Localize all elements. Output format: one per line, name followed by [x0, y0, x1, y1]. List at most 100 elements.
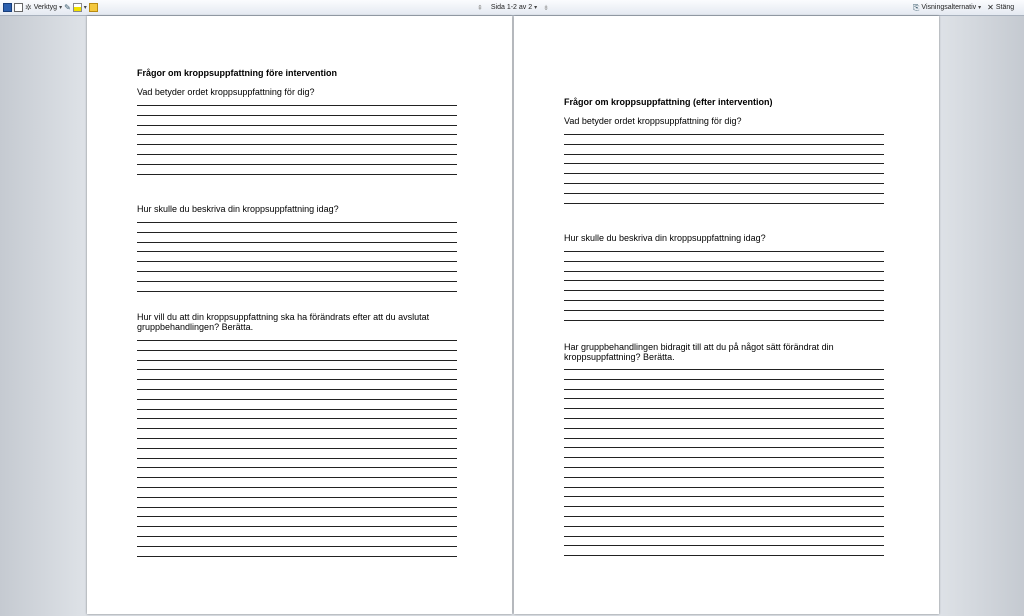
- previous-page-icon[interactable]: ⇞: [477, 4, 483, 12]
- answer-line: [564, 447, 884, 449]
- answer-line: [564, 300, 884, 301]
- answer-line: [564, 270, 884, 272]
- answer-line: [564, 251, 884, 252]
- view-options-icon[interactable]: ⎘: [913, 3, 919, 13]
- answer-line: [564, 260, 884, 262]
- answer-line: [564, 388, 884, 390]
- answer-line: [137, 114, 457, 116]
- page-2[interactable]: Frågor om kroppsuppfattning (efter inter…: [514, 16, 939, 614]
- answer-line: [564, 535, 884, 537]
- answer-line: [564, 378, 884, 380]
- answer-line: [137, 379, 457, 381]
- toolbar-right-group: ⎘ Visningsalternativ ▾ ✕ Stäng: [913, 0, 1014, 15]
- tools-menu-label[interactable]: Verktyg: [34, 4, 57, 11]
- answer-line: [137, 545, 457, 547]
- answer-line: [137, 154, 457, 155]
- answer-line: [137, 261, 457, 263]
- answer-line: [137, 467, 457, 469]
- answer-line: [564, 319, 884, 321]
- answer-line: [137, 477, 457, 479]
- track-changes-icon[interactable]: ✎: [64, 3, 71, 12]
- answer-line: [137, 506, 457, 508]
- answer-line: [564, 427, 884, 429]
- answer-line: [564, 506, 884, 508]
- page-indicator[interactable]: Sida 1-2 av 2: [491, 4, 532, 11]
- answer-line: [564, 496, 884, 498]
- answer-line: [137, 369, 457, 371]
- page-indicator-dropdown-icon[interactable]: ▾: [534, 4, 537, 11]
- answer-line: [564, 202, 884, 204]
- highlight-dropdown-icon[interactable]: ▾: [84, 4, 87, 11]
- answer-line: [137, 428, 457, 430]
- toolbar-left-group: ✲ Verktyg ▾ ✎ ▾: [3, 0, 98, 15]
- save-icon[interactable]: [3, 3, 12, 12]
- view-options-dropdown-icon[interactable]: ▾: [978, 4, 981, 11]
- question-1: Vad betyder ordet kroppsuppfattning för …: [137, 87, 315, 97]
- answer-line: [137, 555, 457, 557]
- question-3: Har gruppbehandlingen bidragit till att …: [564, 342, 834, 362]
- answer-line: [137, 516, 457, 518]
- reading-toolbar: ✲ Verktyg ▾ ✎ ▾ ⇞ Sida 1-2 av 2 ▾ ⇟ ⎘ Vi…: [0, 0, 1024, 16]
- answer-line: [564, 525, 884, 527]
- answer-line: [564, 173, 884, 175]
- document-workspace[interactable]: Frågor om kroppsuppfattning före interve…: [0, 16, 1024, 616]
- answer-line: [137, 231, 457, 233]
- answer-line: [137, 418, 457, 420]
- answer-line: [564, 369, 884, 370]
- answer-line: [564, 309, 884, 311]
- answer-line: [137, 340, 457, 341]
- answer-line: [137, 457, 457, 459]
- answer-line: [137, 241, 457, 243]
- close-button[interactable]: Stäng: [996, 4, 1014, 11]
- next-page-icon[interactable]: ⇟: [543, 4, 549, 12]
- view-options-button[interactable]: Visningsalternativ: [921, 4, 976, 11]
- answer-line: [137, 124, 457, 126]
- tools-icon: ✲: [25, 3, 32, 12]
- answer-line: [564, 192, 884, 194]
- answer-line: [137, 290, 457, 292]
- tools-dropdown-icon[interactable]: ▾: [59, 4, 62, 11]
- answer-line: [137, 408, 457, 410]
- answer-line: [137, 105, 457, 106]
- answer-line: [564, 437, 884, 439]
- answer-line: [137, 487, 457, 488]
- answer-line: [137, 134, 457, 136]
- answer-line: [137, 163, 457, 165]
- answer-line: [137, 359, 457, 361]
- answer-line: [137, 144, 457, 146]
- question-2: Hur skulle du beskriva din kroppsuppfatt…: [564, 233, 766, 243]
- answer-line: [137, 349, 457, 351]
- answer-line: [564, 555, 884, 557]
- question-2: Hur skulle du beskriva din kroppsuppfatt…: [137, 204, 339, 214]
- answer-line: [137, 398, 457, 400]
- question-3: Hur vill du att din kroppsuppfattning sk…: [137, 312, 430, 332]
- answer-line: [564, 467, 884, 468]
- page-navigation: ⇞ Sida 1-2 av 2 ▾ ⇟: [477, 0, 549, 15]
- answer-line: [137, 438, 457, 439]
- answer-line: [137, 447, 457, 449]
- answer-line: [564, 516, 884, 517]
- page-1[interactable]: Frågor om kroppsuppfattning före interve…: [87, 16, 512, 614]
- answer-line: [564, 408, 884, 410]
- print-preview-icon[interactable]: [14, 3, 23, 12]
- answer-line: [137, 526, 457, 528]
- answer-line: [564, 290, 884, 292]
- answer-line: [137, 536, 457, 537]
- answer-line: [137, 222, 457, 223]
- answer-line: [564, 153, 884, 155]
- folder-icon[interactable]: [88, 3, 98, 12]
- answer-line: [564, 143, 884, 145]
- answer-line: [137, 271, 457, 272]
- page-title: Frågor om kroppsuppfattning före interve…: [137, 68, 337, 78]
- answer-line: [137, 173, 457, 175]
- question-1: Vad betyder ordet kroppsuppfattning för …: [564, 116, 742, 126]
- answer-line: [564, 457, 884, 459]
- answer-line: [564, 418, 884, 419]
- answer-line: [564, 183, 884, 184]
- answer-line: [137, 496, 457, 498]
- answer-line: [564, 163, 884, 165]
- page-title: Frågor om kroppsuppfattning (efter inter…: [564, 97, 773, 107]
- close-icon[interactable]: ✕: [987, 3, 994, 12]
- highlight-icon[interactable]: [72, 3, 82, 12]
- answer-line: [137, 389, 457, 390]
